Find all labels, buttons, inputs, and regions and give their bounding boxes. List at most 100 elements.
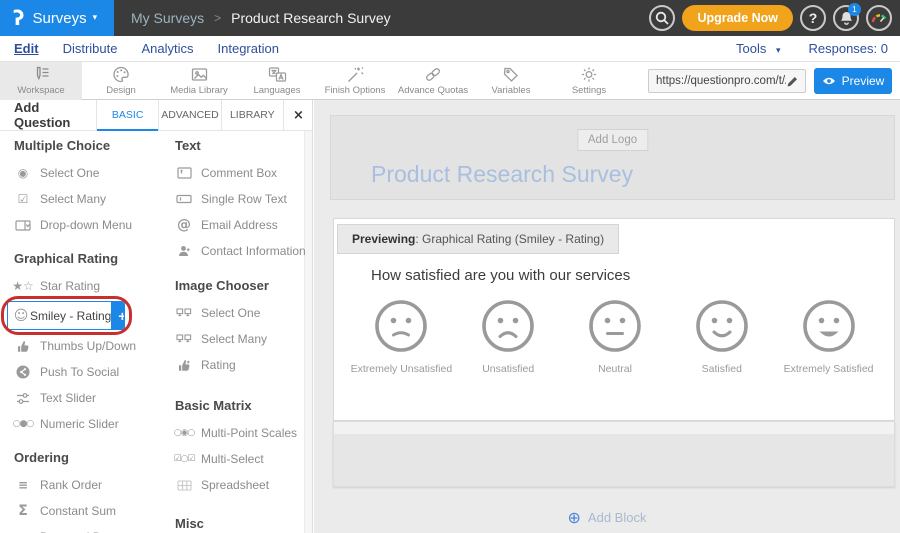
add-logo-button[interactable]: Add Logo	[577, 129, 648, 151]
survey-title-text[interactable]: Product Research Survey	[371, 161, 633, 188]
smiley-options-row: Extremely Unsatisfied Unsatisfied Neutra…	[334, 299, 896, 375]
section-multiple-choice: Multiple Choice	[14, 138, 159, 154]
previewing-tab: Previewing : Graphical Rating (Smiley - …	[337, 224, 619, 254]
survey-url-field-wrap	[648, 69, 806, 93]
notifications-button[interactable]: 1	[833, 5, 859, 31]
qtype-multi-select[interactable]: ☑○☑ Multi-Select	[175, 446, 307, 472]
design-palette-icon	[112, 66, 130, 83]
qtype-select-one[interactable]: ◉ Select One	[14, 160, 159, 186]
smiley-option-satisfied[interactable]: Satisfied	[668, 299, 775, 375]
upgrade-now-button[interactable]: Upgrade Now	[682, 5, 793, 31]
toolbar-advance-quotas[interactable]: Advance Quotas	[394, 62, 472, 100]
search-button[interactable]	[649, 5, 675, 31]
comment-box-icon	[175, 167, 193, 179]
multi-point-icon: ○◉○	[175, 428, 193, 438]
tab-library[interactable]: LIBRARY	[221, 100, 283, 130]
qtype-text-slider[interactable]: Text Slider	[14, 385, 159, 411]
survey-url-input[interactable]	[656, 75, 786, 87]
smiley-icon: ☺	[12, 308, 30, 324]
neutral-face-icon	[588, 299, 642, 353]
qtype-constant-sum[interactable]: Σ Constant Sum	[14, 498, 159, 524]
star-icon: ★☆	[14, 279, 32, 293]
qtype-email-address[interactable]: @ Email Address	[175, 212, 307, 238]
toolbar-media-library[interactable]: Media Library	[160, 62, 238, 100]
frown-face-icon	[481, 299, 535, 353]
qtype-smiley-rating-row: ☺ Smiley - Rating +	[14, 301, 159, 331]
notification-badge: 1	[848, 3, 861, 16]
breadcrumb-separator: >	[214, 11, 221, 25]
gear-icon	[580, 66, 598, 83]
qtype-dropdown-menu[interactable]: Drop-down Menu	[14, 212, 159, 238]
help-button[interactable]: ?	[800, 5, 826, 31]
qtype-select-many[interactable]: ☑ Select Many	[14, 186, 159, 212]
add-block-button[interactable]: ⊕ Add Block	[314, 508, 900, 527]
product-name: Surveys	[32, 10, 86, 27]
thumb-icon	[14, 340, 32, 353]
qtype-thumbs-up-down[interactable]: Thumbs Up/Down	[14, 333, 159, 359]
question-text[interactable]: How satisfied are you with our services	[371, 267, 630, 284]
qtype-single-row-text[interactable]: Single Row Text	[175, 186, 307, 212]
qtype-comment-box[interactable]: Comment Box	[175, 160, 307, 186]
product-switcher[interactable]: ʔ Surveys ▾	[0, 0, 114, 36]
smiley-option-neutral[interactable]: Neutral	[562, 299, 669, 375]
question-types-column-2: Text Comment Box Single Row Text @ Email…	[175, 138, 307, 533]
section-text: Text	[175, 138, 307, 154]
qtype-multi-point-scales[interactable]: ○◉○ Multi-Point Scales	[175, 420, 307, 446]
monitors-icon	[175, 308, 193, 318]
tools-menu[interactable]: Tools ▾	[736, 41, 781, 56]
tab-distribute[interactable]: Distribute	[63, 41, 118, 56]
breadcrumb-my-surveys[interactable]: My Surveys	[131, 10, 204, 26]
user-avatar[interactable]	[866, 5, 892, 31]
dropdown-icon	[14, 220, 32, 231]
add-smiley-question-button[interactable]: +	[111, 301, 125, 330]
section-basic-matrix: Basic Matrix	[175, 398, 307, 414]
tab-advanced[interactable]: ADVANCED	[158, 100, 220, 130]
qtype-image-select-many[interactable]: Select Many	[175, 326, 307, 352]
qtype-drag-and-drop[interactable]: ↖ Drag and Drop	[14, 524, 159, 533]
preview-button[interactable]: Preview	[814, 68, 892, 94]
toolbar-languages[interactable]: Languages	[238, 62, 316, 100]
spreadsheet-icon	[175, 480, 193, 491]
chain-links-icon	[424, 66, 442, 83]
media-library-icon	[190, 66, 209, 83]
section-image-chooser: Image Chooser	[175, 278, 307, 294]
qtype-star-rating[interactable]: ★☆ Star Rating	[14, 273, 159, 299]
toolbar-workspace[interactable]: Workspace	[0, 62, 82, 100]
tab-integration[interactable]: Integration	[218, 41, 279, 56]
plus-circle-icon: ⊕	[568, 508, 581, 527]
edit-pencil-icon[interactable]	[786, 75, 799, 88]
tab-basic[interactable]: BASIC	[96, 100, 158, 130]
section-misc: Misc	[175, 516, 307, 532]
qtype-push-to-social[interactable]: Push To Social	[14, 359, 159, 385]
big-smile-face-icon	[802, 299, 856, 353]
qtype-smiley-rating[interactable]: ☺ Smiley - Rating +	[7, 301, 125, 330]
tag-icon	[502, 66, 520, 83]
breadcrumb-current-survey: Product Research Survey	[231, 10, 391, 26]
section-ordering: Ordering	[14, 450, 159, 466]
qtype-contact-information[interactable]: Contact Information	[175, 238, 307, 264]
tab-edit[interactable]: Edit	[14, 41, 39, 56]
languages-icon	[268, 66, 287, 83]
smiley-option-extremely-satisfied[interactable]: Extremely Satisfied	[775, 299, 882, 375]
toolbar-design[interactable]: Design	[82, 62, 160, 100]
smiley-option-extremely-unsatisfied[interactable]: Extremely Unsatisfied	[348, 299, 455, 375]
at-icon: @	[175, 217, 193, 233]
toolbar-variables[interactable]: Variables	[472, 62, 550, 100]
survey-canvas: Add Logo Product Research Survey Preview…	[314, 100, 900, 533]
previewing-question-type: : Graphical Rating (Smiley - Rating)	[415, 232, 604, 246]
share-icon	[14, 365, 32, 379]
qtype-numeric-slider[interactable]: ○●○ Numeric Slider	[14, 411, 159, 437]
toolbar-finish-options[interactable]: Finish Options	[316, 62, 394, 100]
responses-count[interactable]: Responses: 0	[809, 41, 889, 56]
qtype-image-select-one[interactable]: Select One	[175, 300, 307, 326]
sigma-icon: Σ	[14, 503, 32, 519]
checkbox-icon: ☑	[14, 192, 32, 206]
close-panel-button[interactable]: ×	[283, 100, 313, 130]
qtype-spreadsheet[interactable]: Spreadsheet	[175, 472, 307, 498]
qtype-rank-order[interactable]: ≡ Rank Order	[14, 472, 159, 498]
qtype-image-rating[interactable]: Rating	[175, 352, 307, 378]
toolbar-settings[interactable]: Settings	[550, 62, 628, 100]
tab-analytics[interactable]: Analytics	[141, 41, 193, 56]
monitors-icon	[175, 334, 193, 344]
smiley-option-unsatisfied[interactable]: Unsatisfied	[455, 299, 562, 375]
